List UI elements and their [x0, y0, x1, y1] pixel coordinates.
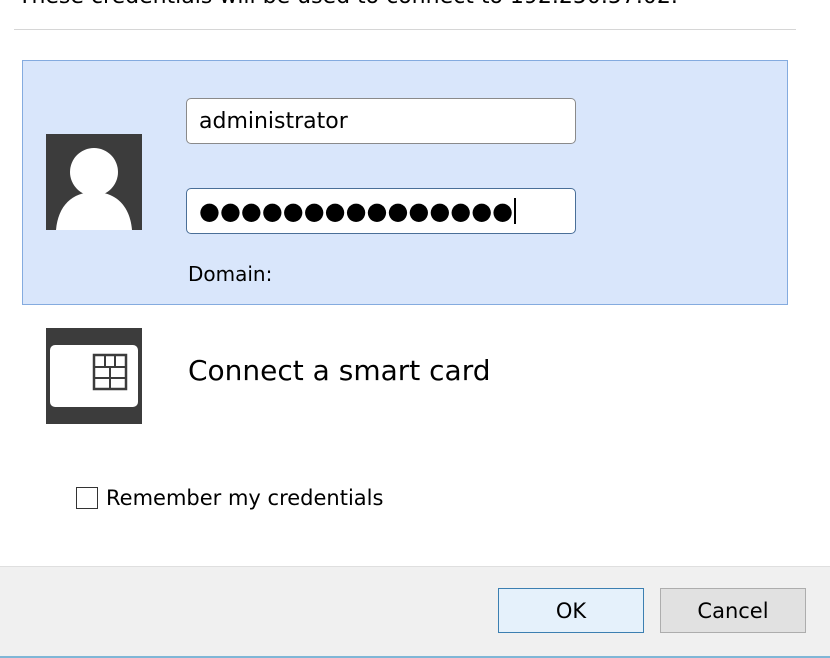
text-caret [514, 198, 517, 224]
remember-credentials-checkbox[interactable] [76, 487, 98, 509]
username-input[interactable] [186, 98, 576, 144]
ok-button[interactable]: OK [498, 588, 644, 633]
password-masked-value: ●●●●●●●●●●●●●●● [199, 197, 514, 225]
dialog-description: These credentials will be used to connec… [18, 0, 678, 9]
remember-credentials-label[interactable]: Remember my credentials [106, 486, 383, 510]
smart-card-icon[interactable] [46, 328, 142, 424]
remember-credentials-option[interactable]: Remember my credentials [76, 486, 383, 510]
header-divider [14, 29, 796, 30]
password-input[interactable]: ●●●●●●●●●●●●●●● [186, 188, 576, 234]
credentials-dialog: These credentials will be used to connec… [0, 0, 830, 658]
smart-card-option-label[interactable]: Connect a smart card [188, 354, 491, 387]
user-avatar-icon [46, 134, 142, 230]
cancel-button[interactable]: Cancel [660, 588, 806, 633]
domain-label: Domain: [188, 262, 273, 286]
